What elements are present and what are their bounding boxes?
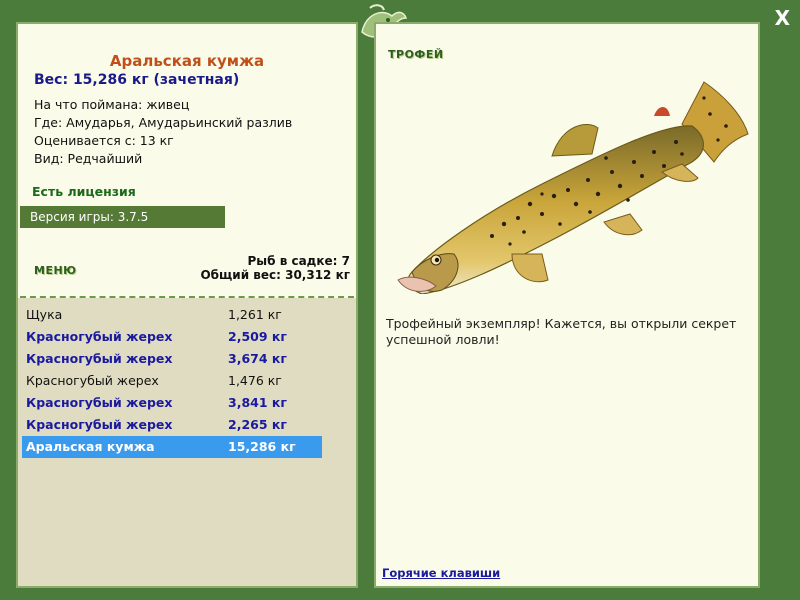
fish-details: На что поймана: живец Где: Амударья, Аму…: [34, 96, 292, 168]
catch-name: Красногубый жерех: [26, 373, 159, 388]
trophy-panel: ТРОФЕЙ Трофейный экземпляр! Кажется, вы …: [374, 22, 760, 588]
catch-weight: 2,265 кг: [228, 417, 287, 432]
valued-from-text: Оценивается с: 13 кг: [34, 133, 174, 148]
fish-name: Аральская кумжа: [109, 52, 265, 70]
catch-row[interactable]: Красногубый жерех 2,265 кг: [22, 414, 322, 436]
close-button[interactable]: X: [775, 6, 790, 30]
game-window: X Аральская кумжа Вес: 15,286 кг (зачетн…: [0, 0, 800, 600]
cage-stats: Рыб в садке: 7 Общий вес: 30,312 кг: [200, 254, 350, 282]
catch-weight: 3,674 кг: [228, 351, 287, 366]
cage-count: Рыб в садке: 7: [247, 254, 351, 268]
catch-weight: 1,476 кг: [228, 373, 282, 388]
catch-name: Красногубый жерех: [26, 329, 173, 344]
fish-weight: Вес: 15,286 кг (зачетная): [34, 72, 240, 88]
catch-list: Щука 1,261 кг Красногубый жерех 2,509 кг…: [18, 298, 356, 586]
hotkeys-link[interactable]: Горячие клавиши: [382, 566, 500, 580]
cage-total-weight: Общий вес: 30,312 кг: [200, 268, 350, 282]
catch-weight: 2,509 кг: [228, 329, 287, 344]
catch-row[interactable]: Красногубый жерех 3,674 кг: [22, 348, 322, 370]
catch-name: Щука: [26, 307, 63, 322]
catch-row[interactable]: Красногубый жерех 1,476 кг: [22, 370, 322, 392]
trophy-message: Трофейный экземпляр! Кажется, вы открыли…: [386, 316, 737, 347]
location-text: Где: Амударья, Амударьинский разлив: [34, 115, 293, 130]
catch-weight: 3,841 кг: [228, 395, 287, 410]
catch-name: Красногубый жерех: [26, 351, 173, 366]
catch-name: Красногубый жерех: [26, 395, 173, 410]
catch-row[interactable]: Красногубый жерех 3,841 кг: [22, 392, 322, 414]
catch-weight: 1,261 кг: [228, 307, 282, 322]
catch-name: Красногубый жерех: [26, 417, 173, 432]
catch-row[interactable]: Щука 1,261 кг: [22, 304, 322, 326]
rarity-text: Вид: Редчайший: [34, 151, 143, 166]
catch-row[interactable]: Красногубый жерех 2,509 кг: [22, 326, 322, 348]
license-status: Есть лицензия: [32, 184, 136, 199]
caught-on-text: На что поймана: живец: [34, 97, 190, 112]
fish-info-panel: Аральская кумжа Вес: 15,286 кг (зачетная…: [16, 22, 358, 588]
catch-name: Аральская кумжа: [26, 439, 155, 454]
catch-weight: 15,286 кг: [228, 439, 296, 454]
trout-fish-image: [397, 81, 749, 294]
menu-button[interactable]: МЕНЮ: [34, 264, 77, 277]
version-bar: Версия игры: 3.7.5: [20, 206, 225, 228]
catch-row-selected[interactable]: Аральская кумжа 15,286 кг: [22, 436, 322, 458]
